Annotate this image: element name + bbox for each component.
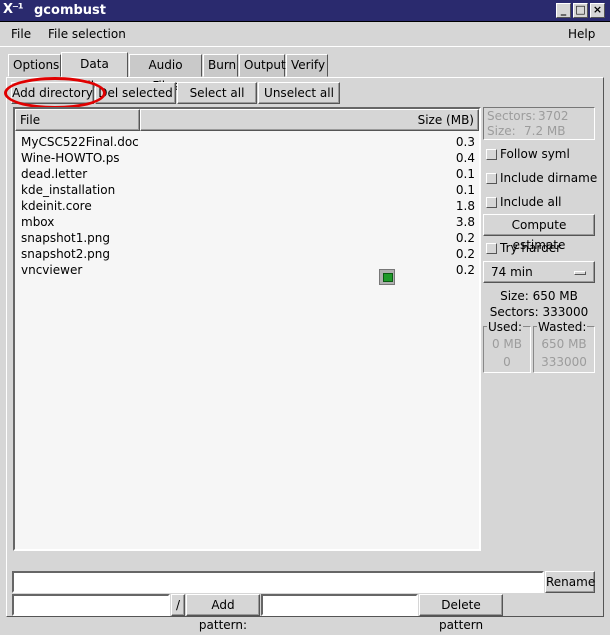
try-harder-label: Try harder: [500, 241, 562, 255]
column-header-size[interactable]: Size (MB): [140, 109, 479, 131]
estimate-box: Sectors: 3702 Size: 7.2 MB: [483, 107, 595, 140]
file-name: Wine-HOWTO.ps: [21, 151, 120, 165]
cursor-icon: [379, 269, 395, 285]
wasted-frame: Wasted: 650 MB 333000: [533, 320, 595, 373]
include-all-checkbox[interactable]: [486, 197, 497, 208]
file-row[interactable]: MyCSC522Final.doc 0.3: [19, 135, 475, 151]
menu-file[interactable]: File: [11, 27, 31, 41]
file-row[interactable]: vncviewer 0.2: [19, 263, 475, 279]
window-title: gcombust: [34, 3, 107, 18]
wasted-mb: 650 MB: [541, 337, 587, 351]
unselect-all-button[interactable]: Unselect all: [258, 82, 340, 104]
size-value: 7.2 MB: [524, 124, 566, 138]
file-size: 0.2: [455, 247, 475, 261]
delete-pattern-button[interactable]: Delete pattern: [419, 594, 503, 632]
file-row[interactable]: dead.letter 0.1: [19, 167, 475, 183]
slash-button[interactable]: /: [171, 594, 185, 616]
size-label: Size:: [487, 124, 516, 138]
tab-audio-files[interactable]: Audio Files: [129, 54, 202, 93]
tab-output[interactable]: Output: [239, 54, 286, 77]
del-selected-button[interactable]: Del selected: [95, 82, 176, 104]
menu-help[interactable]: Help: [568, 27, 595, 41]
directory-input[interactable]: [12, 594, 170, 616]
file-name: kdeinit.core: [21, 199, 92, 213]
minimize-icon[interactable]: _: [556, 3, 571, 18]
file-row[interactable]: mbox 3.8: [19, 215, 475, 231]
used-frame: Used: 0 MB 0: [483, 320, 531, 373]
file-name: vncviewer: [21, 263, 83, 277]
cd-length-value: 74 min: [491, 265, 533, 279]
window-menu-icon[interactable]: X⁻¹: [3, 2, 31, 18]
file-size: 0.2: [455, 263, 475, 277]
rename-input[interactable]: [12, 571, 544, 593]
title-bar: X⁻¹ gcombust _ □ ×: [0, 0, 610, 22]
used-label: Used:: [487, 320, 524, 334]
file-size: 0.3: [455, 135, 475, 149]
file-size: 0.4: [455, 151, 475, 165]
file-size: 0.2: [455, 231, 475, 245]
rename-button[interactable]: Rename: [545, 571, 595, 593]
disk-sectors-text: Sectors: 333000: [489, 305, 589, 319]
option-menu-indicator-icon: [574, 271, 586, 275]
file-list[interactable]: File Size (MB) MyCSC522Final.doc 0.3 Wine-…: [13, 107, 481, 551]
file-size: 0.1: [455, 167, 475, 181]
tab-verify[interactable]: Verify: [286, 54, 328, 77]
menu-bar: File File selection Help: [0, 23, 610, 47]
select-all-button[interactable]: Select all: [177, 82, 257, 104]
file-name: snapshot2.png: [21, 247, 111, 261]
disk-size-text: Size: 650 MB: [500, 289, 578, 303]
try-harder-checkbox[interactable]: [486, 243, 497, 254]
file-size: 1.8: [455, 199, 475, 213]
follow-syml-checkbox[interactable]: [486, 149, 497, 160]
file-name: snapshot1.png: [21, 231, 111, 245]
sectors-value: 3702: [538, 109, 569, 123]
used-sectors: 0: [503, 355, 511, 369]
compute-estimate-button[interactable]: Compute estimate: [483, 214, 595, 252]
file-size: 3.8: [455, 215, 475, 229]
file-row[interactable]: snapshot1.png 0.2: [19, 231, 475, 247]
pattern-input[interactable]: [261, 594, 418, 616]
column-header-file[interactable]: File: [15, 109, 140, 131]
close-icon[interactable]: ×: [590, 3, 605, 18]
follow-syml-label: Follow syml: [500, 147, 570, 161]
add-pattern-button[interactable]: Add pattern:: [186, 594, 260, 632]
include-all-label: Include all: [500, 195, 562, 209]
file-row[interactable]: kde_installation 0.1: [19, 183, 475, 199]
file-name: MyCSC522Final.doc: [21, 135, 139, 149]
maximize-icon[interactable]: □: [573, 3, 588, 18]
tab-data-files[interactable]: Data Files: [61, 52, 128, 93]
wasted-label: Wasted:: [537, 320, 588, 334]
sectors-label: Sectors:: [487, 109, 536, 123]
cd-length-select[interactable]: 74 min: [483, 261, 595, 283]
file-name: dead.letter: [21, 167, 88, 181]
used-mb: 0 MB: [491, 337, 523, 351]
file-size: 0.1: [455, 183, 475, 197]
wasted-sectors: 333000: [541, 355, 587, 369]
file-row[interactable]: Wine-HOWTO.ps 0.4: [19, 151, 475, 167]
include-dirname-label: Include dirname: [500, 171, 598, 185]
include-dirname-checkbox[interactable]: [486, 173, 497, 184]
file-row[interactable]: kdeinit.core 1.8: [19, 199, 475, 215]
file-name: mbox: [21, 215, 55, 229]
add-directory-button[interactable]: Add directory: [11, 82, 94, 104]
tab-options[interactable]: Options: [8, 54, 61, 77]
tab-burn[interactable]: Burn: [203, 54, 238, 77]
file-row[interactable]: snapshot2.png 0.2: [19, 247, 475, 263]
file-name: kde_installation: [21, 183, 116, 197]
menu-file-selection[interactable]: File selection: [48, 27, 126, 41]
